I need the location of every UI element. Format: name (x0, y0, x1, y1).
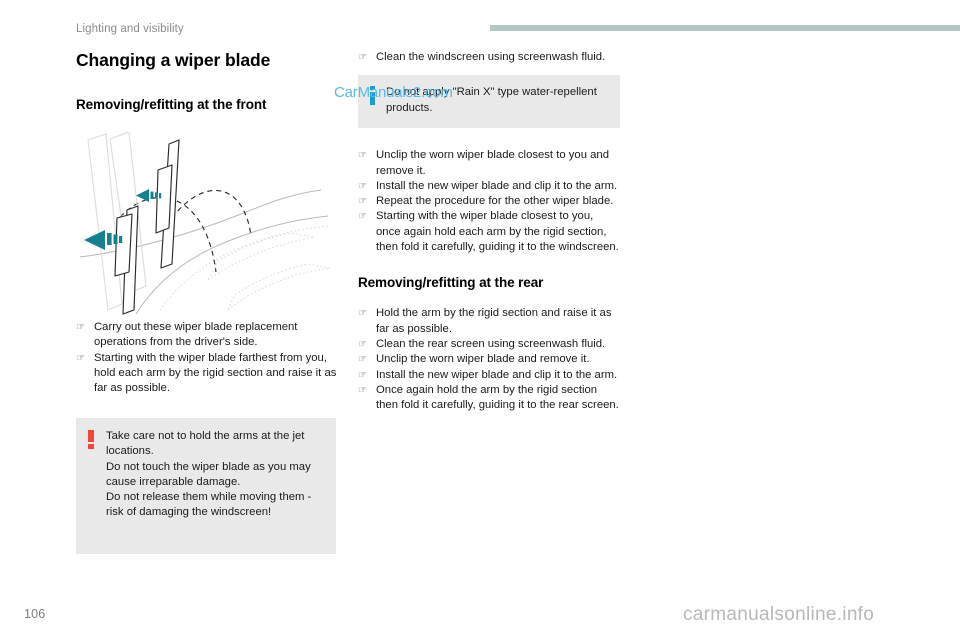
list-item: ☞ Starting with the wiper blade farthest… (76, 351, 338, 397)
list-item: ☞ Install the new wiper blade and clip i… (358, 368, 620, 383)
pointing-hand-icon: ☞ (358, 211, 367, 223)
front-steps-list-part2: ☞ Unclip the worn wiper blade closest to… (358, 148, 620, 255)
pointing-hand-icon: ☞ (76, 322, 85, 333)
section-heading-rear: Removing/refitting at the rear (358, 275, 544, 291)
left-column: Changing a wiper blade Removing/refittin… (76, 50, 338, 396)
right-column: ☞ Clean the windscreen using screenwash … (358, 50, 620, 413)
list-item: ☞ Starting with the wiper blade closest … (358, 209, 620, 255)
list-item-text: Clean the windscreen using screenwash fl… (376, 51, 606, 63)
list-item-text: Once again hold the arm by the rigid sec… (376, 383, 619, 412)
page-content: Lighting and visibility Changing a wiper… (0, 0, 960, 640)
pointing-hand-icon: ☞ (358, 196, 367, 208)
pointing-hand-icon: ☞ (358, 354, 367, 366)
pointing-hand-icon: ☞ (358, 308, 367, 320)
list-item-text: Clean the rear screen using screenwash f… (376, 337, 606, 350)
watermark-bottom: carmanualsonline.info (683, 604, 875, 625)
list-item: ☞ Hold the arm by the rigid section and … (358, 306, 620, 337)
warning-line: Do not touch the wiper blade as you may … (106, 460, 311, 488)
pointing-hand-icon: ☞ (358, 52, 367, 63)
lead-steps-list: ☞ Clean the windscreen using screenwash … (358, 50, 620, 65)
list-item: ☞ Install the new wiper blade and clip i… (358, 179, 620, 194)
list-item: ☞ Carry out these wiper blade replacemen… (76, 320, 338, 351)
front-steps-list-part1: ☞ Carry out these wiper blade replacemen… (76, 320, 338, 396)
chapter-title: Lighting and visibility (76, 23, 184, 35)
list-item: ☞ Unclip the worn wiper blade and remove… (358, 352, 620, 367)
list-item: ☞ Clean the rear screen using screenwash… (358, 337, 620, 352)
page-number: 106 (24, 607, 46, 621)
pointing-hand-icon: ☞ (358, 180, 367, 192)
list-item-text: Hold the arm by the rigid section and ra… (376, 307, 612, 335)
list-item: ☞ Repeat the procedure for the other wip… (358, 194, 620, 209)
warning-text: Take care not to hold the arms at the je… (106, 429, 322, 521)
pointing-hand-icon: ☞ (76, 352, 85, 364)
pointing-hand-icon: ☞ (358, 384, 367, 396)
rear-steps-list: ☞ Hold the arm by the rigid section and … (358, 306, 620, 413)
page-header: Lighting and visibility (0, 0, 960, 45)
exclamation-icon (88, 430, 95, 450)
pointing-hand-icon: ☞ (358, 150, 367, 162)
list-item-text: Starting with the wiper blade farthest f… (94, 351, 337, 395)
pointing-hand-icon: ☞ (358, 338, 367, 350)
section-heading-front: Removing/refitting at the front (76, 97, 267, 112)
list-item-text: Unclip the worn wiper blade closest to y… (376, 149, 609, 177)
list-item-text: Install the new wiper blade and clip it … (376, 179, 618, 192)
list-item: ☞ Clean the windscreen using screenwash … (358, 50, 620, 65)
list-item-text: Carry out these wiper blade replacement … (94, 321, 298, 349)
warning-line: Do not release them while moving them - … (106, 491, 312, 519)
list-item-text: Install the new wiper blade and clip it … (376, 368, 618, 381)
list-item-text: Starting with the wiper blade closest to… (376, 210, 619, 254)
page-title: Changing a wiper blade (76, 50, 271, 70)
warning-callout: Take care not to hold the arms at the je… (76, 418, 336, 554)
list-item-text: Repeat the procedure for the other wiper… (376, 195, 614, 208)
list-item: ☞ Unclip the worn wiper blade closest to… (358, 148, 620, 179)
list-item-text: Unclip the worn wiper blade and remove i… (376, 353, 590, 366)
illustration-spacer (76, 122, 338, 320)
pointing-hand-icon: ☞ (358, 369, 367, 381)
watermark-top: CarManuals2.com (334, 84, 453, 101)
warning-line: Take care not to hold the arms at the je… (106, 430, 305, 458)
list-item: ☞ Once again hold the arm by the rigid s… (358, 383, 620, 414)
header-rule (490, 25, 960, 31)
